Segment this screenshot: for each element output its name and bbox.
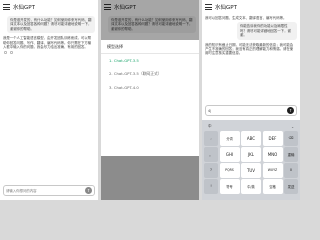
key[interactable]: GHI bbox=[219, 147, 240, 162]
chat-input[interactable]: 4| ↑ bbox=[205, 105, 297, 116]
assistant-message: 我可以回答问题、生成文本、翻译语言、编写代码等。 bbox=[205, 16, 287, 20]
menu-icon[interactable] bbox=[3, 4, 10, 10]
key[interactable]: ! bbox=[204, 179, 218, 194]
input-placeholder: 请输入你想问的内容 bbox=[6, 189, 37, 193]
app-title: 水仙GPT bbox=[215, 5, 237, 11]
send-key[interactable]: 发送 bbox=[284, 179, 298, 194]
keyboard-toolbar: 中 ⌄ bbox=[204, 122, 298, 131]
user-message: 你是谁开发的，有什么功能？如何使用你来写代码、翻译文本以及回答各种问题？请尽可能… bbox=[7, 16, 95, 34]
key[interactable]: JKL bbox=[241, 147, 261, 162]
send-icon: ↑ bbox=[86, 188, 91, 193]
keyboard-row: ? PQRS TUV WXYZ 0 bbox=[204, 163, 298, 178]
assistant-message: 我是一个人工智能语言模型，由开发团队训练而成，可以帮助你回答问题、写作、翻译、编… bbox=[3, 36, 92, 50]
key[interactable]: DEF bbox=[262, 131, 283, 146]
keyboard-row: ! 符号 中/英 空格 发送 bbox=[204, 179, 298, 194]
keyboard-row: , 分词 ABC DEF ⌫ bbox=[204, 131, 298, 146]
key[interactable]: 分词 bbox=[219, 131, 240, 146]
send-button[interactable]: ↑ bbox=[287, 107, 294, 114]
keyboard-row: 。 GHI JKL MNO 重输 bbox=[204, 147, 298, 162]
key[interactable]: , bbox=[204, 131, 218, 146]
lang-switch-key[interactable]: 中/英 bbox=[241, 179, 261, 194]
key[interactable]: WXYZ bbox=[262, 163, 283, 178]
model-label: Chat-GPT-4.0 bbox=[113, 85, 139, 90]
chat-screen-1: 水仙GPT 你是谁开发的，有什么功能？如何使用你来写代码、翻译文本以及回答各种问… bbox=[0, 0, 98, 200]
app-header: 水仙GPT bbox=[202, 0, 300, 14]
model-label: Chat-GPT-3.5 bbox=[113, 58, 139, 63]
overlay-dim-bottom[interactable] bbox=[101, 156, 199, 200]
assistant-message: 我的知识有截止日期，可能无法获取最新的信息；我可能会产生不准确的回答；我没有真正… bbox=[205, 42, 294, 56]
symbol-key[interactable]: 符号 bbox=[219, 179, 240, 194]
model-option-gpt4[interactable]: 3. Chat-GPT-4.0 bbox=[101, 81, 199, 94]
key[interactable]: ABC bbox=[241, 131, 261, 146]
backspace-key[interactable]: ⌫ bbox=[284, 131, 298, 146]
key[interactable]: TUV bbox=[241, 163, 261, 178]
message-actions bbox=[4, 51, 98, 55]
space-key[interactable]: 空格 bbox=[262, 179, 283, 194]
key[interactable]: 0 bbox=[284, 163, 298, 178]
app-header: 水仙GPT bbox=[0, 0, 98, 14]
reset-key[interactable]: 重输 bbox=[284, 147, 298, 162]
t9-keyboard: 中 ⌄ , 分词 ABC DEF ⌫ 。 GHI JKL MNO 重输 ? PQ… bbox=[202, 120, 300, 200]
sheet-title: 模型选择 bbox=[101, 40, 199, 54]
model-option-gpt35-web[interactable]: 2. Chat-GPT-3.5（联网正式） bbox=[101, 67, 199, 81]
keyboard-collapse-icon[interactable]: ⌄ bbox=[291, 125, 294, 129]
key[interactable]: 。 bbox=[204, 147, 218, 162]
model-select-screen: 水仙GPT 你是谁开发的，有什么功能？如何使用你来写代码、翻译文本以及回答各种问… bbox=[101, 0, 199, 200]
menu-icon[interactable] bbox=[205, 4, 212, 10]
chat-input[interactable]: 请输入你想问的内容 ↑ bbox=[3, 185, 95, 196]
model-sheet: 模型选择 1. Chat-GPT-3.5 2. Chat-GPT-3.5（联网正… bbox=[101, 40, 199, 200]
user-message: 你能告诉我你的功能以及局限性吗？请尽可能详细地回答一下，谢谢。 bbox=[237, 22, 297, 40]
share-icon[interactable] bbox=[10, 51, 13, 55]
send-button[interactable]: ↑ bbox=[85, 187, 92, 194]
model-label: Chat-GPT-3.5（联网正式） bbox=[113, 71, 162, 76]
key[interactable]: ? bbox=[204, 163, 218, 178]
overlay-dim[interactable] bbox=[101, 0, 199, 40]
chat-screen-keyboard: 水仙GPT 我可以回答问题、生成文本、翻译语言、编写代码等。 你能告诉我你的功能… bbox=[202, 0, 300, 200]
app-title: 水仙GPT bbox=[13, 5, 35, 11]
keyboard-lang[interactable]: 中 bbox=[208, 124, 212, 129]
key[interactable]: MNO bbox=[262, 147, 283, 162]
key[interactable]: PQRS bbox=[219, 163, 240, 178]
send-icon: ↑ bbox=[288, 108, 293, 113]
copy-icon[interactable] bbox=[4, 51, 7, 55]
model-option-gpt35[interactable]: 1. Chat-GPT-3.5 bbox=[101, 54, 199, 67]
input-value: 4| bbox=[208, 108, 212, 113]
